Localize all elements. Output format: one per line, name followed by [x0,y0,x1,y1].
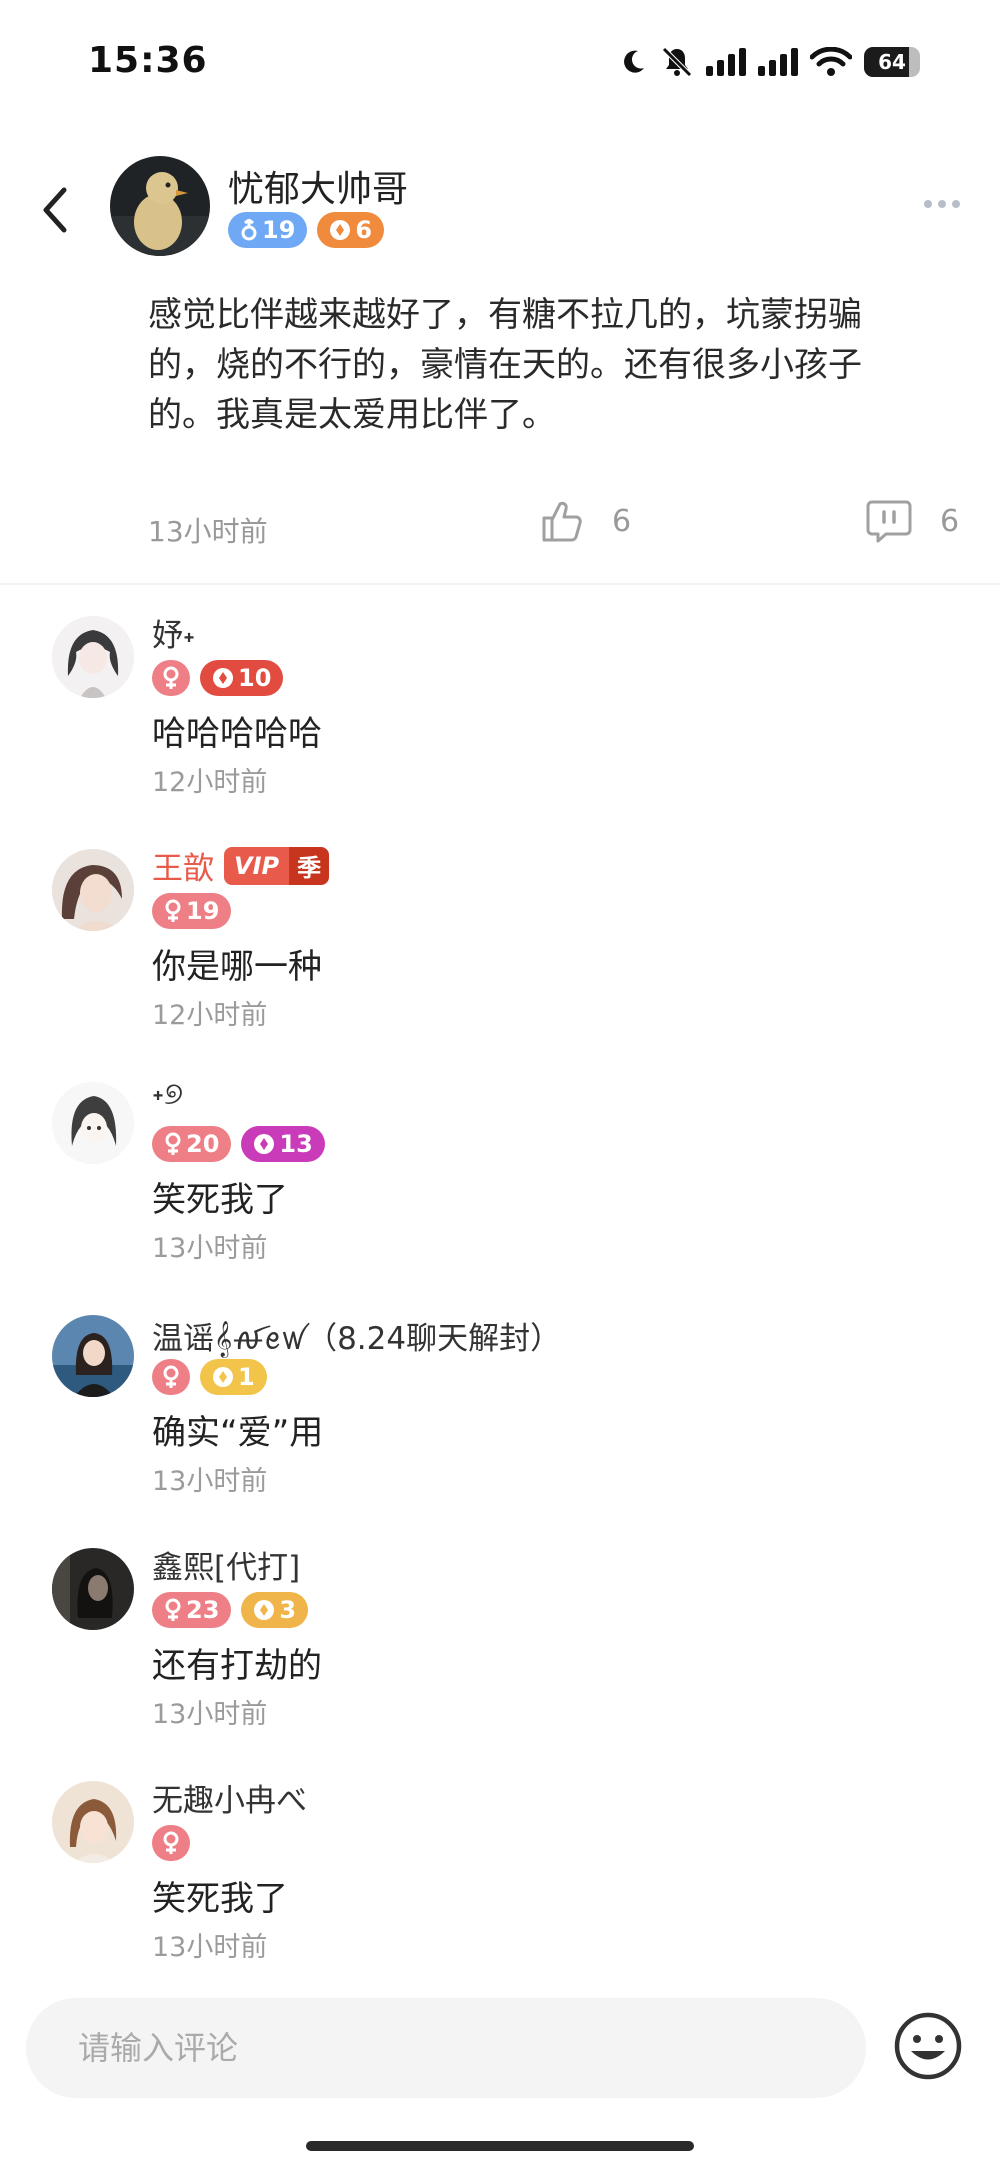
avatar[interactable] [52,616,134,698]
female-badge [152,660,190,696]
comment-author[interactable]: 鑫熙[代打] [152,1542,300,1587]
female-badge [152,1359,190,1395]
comment-item[interactable]: 王歆 VIP 季 19 你是哪一种 12小时前 [0,843,1000,1063]
female-icon [165,1598,181,1621]
comment-time: 13小时前 [152,1699,268,1730]
author-badges: 19 6 [228,212,385,248]
comment-text: 确实“爱”用 [152,1413,324,1453]
comment-text: 笑死我了 [152,1879,288,1919]
diamond-icon [254,1134,275,1154]
battery-icon: 64 [864,47,920,77]
back-button[interactable] [32,180,82,240]
comment-badges [152,1825,190,1861]
post-time: 13小时前 [148,515,268,548]
female-level-badge: 20 [152,1126,232,1162]
level-badge: 1 [200,1359,267,1395]
emoji-icon [894,2012,962,2080]
post-meta: 13小时前 6 6 [0,498,1000,558]
female-icon [163,1365,179,1388]
comment-time: 12小时前 [152,1000,268,1031]
wifi-icon [810,47,852,76]
author-name[interactable]: 忧郁大帅哥 [228,160,408,212]
status-icons: 64 [618,46,920,78]
avatar[interactable] [52,1781,134,1863]
diamond-icon [330,220,351,240]
thumb-up-icon [542,501,582,542]
post-header: 忧郁大帅哥 19 6 [0,150,1000,270]
comment-time: 12小时前 [152,767,268,798]
comment-text: 你是哪一种 [152,947,322,987]
status-time: 15:36 [88,40,208,81]
diamond-icon [213,668,233,688]
comment-item[interactable]: 温谣𝄞ꫛꫀꪝ（8.24聊天解封） 1 确实“爱”用 13小时前 [0,1309,1000,1529]
female-level-badge: 19 [152,893,232,929]
comment-input-bar [0,1990,1000,2110]
male-icon [241,219,257,241]
diamond-icon [254,1600,275,1620]
comment-button[interactable]: 6 [866,498,959,544]
divider [0,583,1000,585]
female-icon [163,666,179,689]
vip-badge: VIP 季 [224,846,330,885]
level-badge: 10 [200,660,284,696]
comment-badges: 10 [152,660,284,696]
level-badge: 3 [241,1592,309,1628]
female-icon [165,1132,181,1155]
diamond-icon [213,1367,233,1387]
female-level-badge: 23 [152,1592,232,1628]
comment-time: 13小时前 [152,1466,268,1497]
back-arrow-icon [43,187,67,233]
like-button[interactable]: 6 [540,498,631,544]
comment-bubble-icon [866,500,912,543]
avatar[interactable] [52,849,134,931]
female-icon [165,899,181,922]
comment-badges: 19 [152,893,232,929]
comment-text: 哈哈哈哈哈 [152,714,322,754]
comment-item[interactable]: 无趣小冉べ 笑死我了 13小时前 [0,1775,1000,1995]
level-badge: 13 [241,1126,325,1162]
comment-text: 笑死我了 [152,1180,288,1220]
comment-author[interactable]: ˖୭ [152,1076,183,1113]
status-bar: 15:36 64 [0,0,1000,130]
comment-input[interactable] [26,1998,866,2098]
comment-badges: 23 3 [152,1592,309,1628]
comment-count: 6 [940,503,960,539]
comment-time: 13小时前 [152,1233,268,1264]
emoji-button[interactable] [892,2010,964,2082]
mute-bell-icon [662,47,692,77]
signal-icon [758,48,798,76]
comment-author[interactable]: 王歆 VIP 季 [152,843,330,888]
comment-text: 还有打劫的 [152,1646,322,1686]
more-dots-icon[interactable] [924,200,960,208]
avatar[interactable] [52,1082,134,1164]
home-indicator[interactable] [306,2141,694,2151]
author-avatar[interactable] [110,156,210,256]
avatar[interactable] [52,1315,134,1397]
avatar[interactable] [52,1548,134,1630]
moon-icon [624,50,644,73]
comment-badges: 20 13 [152,1126,325,1162]
comment-author[interactable]: 妤˖ [152,610,195,655]
male-level-badge: 19 [228,212,308,248]
comment-time: 13小时前 [152,1932,268,1963]
female-badge [152,1825,190,1861]
post-content: 感觉比伴越来越好了，有糖不拉几的，坑蒙拐骗的，烧的不行的，豪情在天的。还有很多小… [148,295,862,435]
comment-item[interactable]: ˖୭ 20 13 笑死我了 13小时前 [0,1076,1000,1296]
comment-item[interactable]: 鑫熙[代打] 23 3 还有打劫的 13小时前 [0,1542,1000,1762]
comment-item[interactable]: 妤˖ 10 哈哈哈哈哈 12小时前 [0,610,1000,830]
female-icon [163,1831,179,1854]
like-count: 6 [612,503,632,539]
signal-icon [706,48,746,76]
comment-author[interactable]: 无趣小冉べ [152,1775,307,1820]
level-badge: 6 [317,212,385,248]
comment-badges: 1 [152,1359,267,1395]
